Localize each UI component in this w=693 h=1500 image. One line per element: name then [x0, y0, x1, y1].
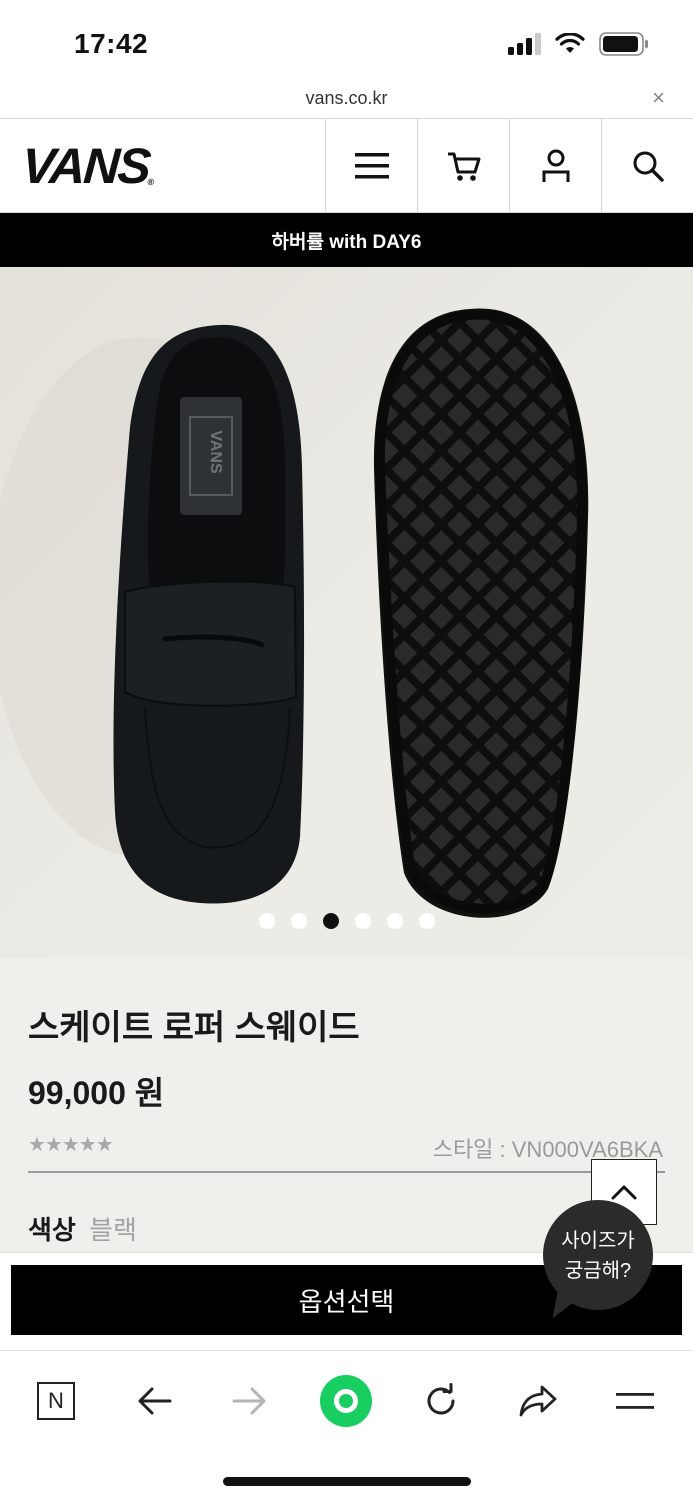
url-bar[interactable]: vans.co.kr × — [0, 87, 693, 118]
product-price: 99,000 원 — [28, 1075, 165, 1111]
carousel-dots — [0, 913, 693, 929]
green-dot-icon — [320, 1375, 372, 1427]
carousel-dot[interactable] — [322, 913, 339, 929]
svg-text:VANS: VANS — [207, 430, 224, 474]
product-photo: VANS — [0, 308, 589, 918]
carousel-dot[interactable] — [418, 913, 435, 929]
hamburger-icon — [354, 152, 389, 178]
vans-logo[interactable]: VANS ® — [20, 137, 155, 195]
wifi-icon — [555, 33, 585, 53]
carousel-dot[interactable] — [354, 913, 371, 929]
size-helper-bubble[interactable]: 사이즈가 궁금해? — [543, 1200, 653, 1310]
share-icon — [519, 1385, 557, 1417]
url-text[interactable]: vans.co.kr — [0, 88, 693, 109]
green-dot-button[interactable] — [316, 1371, 376, 1431]
search-icon — [633, 151, 664, 182]
size-helper-line2: 궁금해? — [564, 1260, 632, 1282]
search-button[interactable] — [601, 119, 693, 212]
chevron-up-icon — [611, 1185, 637, 1200]
carousel-dot[interactable] — [386, 913, 403, 929]
arrow-left-icon — [138, 1387, 172, 1415]
logo-trademark: ® — [147, 177, 155, 187]
naver-home-button[interactable]: N — [26, 1371, 86, 1431]
arrow-right-icon — [232, 1387, 266, 1415]
carousel-dot[interactable] — [258, 913, 275, 929]
menu-lines-icon — [616, 1393, 654, 1409]
product-name: 스케이트 로퍼 스웨이드 — [28, 1009, 360, 1047]
size-helper-line1: 사이즈가 — [561, 1230, 635, 1252]
promo-banner[interactable]: 하버률 with DAY6 — [0, 213, 693, 267]
browser-toolbar: N — [0, 1350, 693, 1500]
home-indicator — [223, 1477, 471, 1486]
status-icons — [508, 32, 649, 56]
logo-text: VANS — [20, 138, 152, 194]
user-icon — [542, 149, 569, 182]
menu-button[interactable] — [325, 119, 417, 212]
reload-icon — [427, 1383, 455, 1415]
color-value: 블랙 — [89, 1215, 137, 1245]
status-time: 17:42 — [74, 28, 149, 59]
product-image-gallery[interactable]: VANS — [0, 267, 693, 958]
share-button[interactable] — [508, 1371, 568, 1431]
battery-icon — [599, 32, 648, 56]
cart-icon — [447, 152, 480, 181]
color-row: 색상 블랙 — [28, 1210, 137, 1247]
naver-icon: N — [37, 1382, 75, 1420]
rating-stars[interactable]: ★★★★★ — [28, 1132, 114, 1157]
site-header: VANS ® — [0, 118, 693, 213]
account-button[interactable] — [509, 119, 601, 212]
status-bar: 17:42 — [0, 0, 693, 88]
cart-button[interactable] — [417, 119, 509, 212]
signal-icon — [508, 33, 541, 55]
naver-icon-label: N — [48, 1388, 64, 1413]
color-label: 색상 — [28, 1215, 76, 1245]
browser-menu-button[interactable] — [605, 1371, 665, 1431]
forward-button[interactable] — [220, 1371, 280, 1431]
divider — [28, 1171, 665, 1173]
carousel-dot[interactable] — [290, 913, 307, 929]
back-button[interactable] — [124, 1371, 184, 1431]
reload-button[interactable] — [411, 1371, 471, 1431]
close-icon[interactable]: × — [652, 87, 665, 109]
header-icons — [325, 119, 693, 212]
